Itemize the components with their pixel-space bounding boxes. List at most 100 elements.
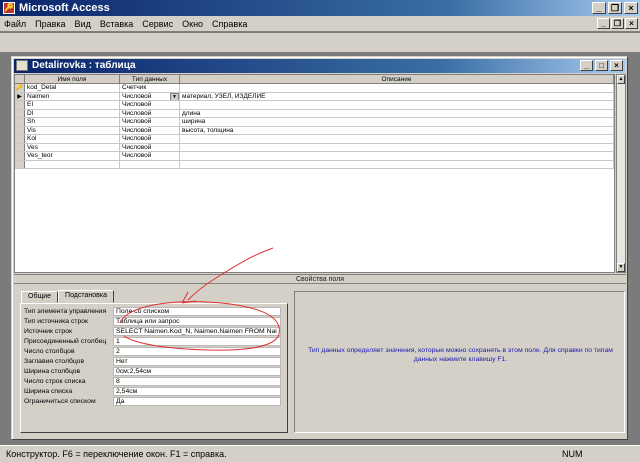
data-type-cell[interactable]: Числовой [120,118,180,126]
property-tabs: Общие Подстановка [21,290,114,303]
description-cell[interactable] [180,84,614,92]
data-type-cell[interactable]: Числовой [120,143,180,151]
table-design-window: Detalirovka : таблица _ □ × Имя поля Тип… [11,56,628,440]
data-type-cell[interactable]: Числовой [120,135,180,143]
field-name-cell[interactable]: Naimen [25,92,120,100]
data-type-cell[interactable]: Числовой [120,101,180,109]
field-name-cell[interactable]: Ves_teor [25,152,120,160]
table-row[interactable]: Dl Числовой длина [15,109,614,118]
menu-tools[interactable]: Сервис [142,19,173,29]
child-maximize-button[interactable]: □ [595,60,608,71]
data-type-cell[interactable]: Числовой [120,126,180,134]
tab-general[interactable]: Общие [21,291,59,303]
close-button[interactable]: × [624,2,638,14]
property-value[interactable]: Да [113,397,281,406]
tab-lookup[interactable]: Подстановка [58,290,114,303]
table-icon[interactable] [16,60,28,71]
table-row[interactable]: Kol Числовой [15,135,614,144]
table-row[interactable]: Vis Числовой высота, толщина [15,126,614,135]
current-row-arrow-icon[interactable]: ▶ [15,92,25,100]
child-close-button[interactable]: × [610,60,623,71]
access-app-icon[interactable]: 🔑 [3,2,15,14]
chevron-down-icon[interactable]: ▼ [170,92,179,100]
property-value[interactable]: 2 [113,347,281,356]
num-lock-indicator: NUM [562,449,583,459]
field-properties-label: Свойства поля [14,274,626,284]
field-name-cell[interactable]: Kol [25,135,120,143]
property-row: Источник строк SELECT Naimen.Kod_N, Naim… [24,327,284,336]
description-cell[interactable]: высота, толщина [180,126,614,134]
table-row[interactable]: Sh Числовой ширина [15,118,614,127]
restore-button[interactable]: ❐ [608,2,622,14]
mdi-minimize-button[interactable]: _ [597,18,610,29]
row-selector[interactable] [15,160,25,168]
property-row: Ширина столбцов 0см;2,54см [24,367,284,376]
description-cell[interactable] [180,152,614,160]
property-value[interactable]: Нет [113,357,281,366]
property-value[interactable]: 0см;2,54см [113,367,281,376]
mdi-restore-button[interactable]: ❐ [611,18,624,29]
help-panel: Тип данных определяет значения, которые … [294,291,625,433]
minimize-button[interactable]: _ [592,2,606,14]
description-cell[interactable]: ширина [180,118,614,126]
field-name-cell[interactable]: Vis [25,126,120,134]
row-selector-header [15,75,25,83]
data-type-cell[interactable] [120,160,180,168]
property-label: Ограничиться списком [24,398,96,405]
window-title: Detalirovka : таблица [32,60,136,71]
empty-row[interactable] [15,160,614,169]
description-cell[interactable] [180,160,614,168]
field-name-cell[interactable]: Ves [25,143,120,151]
menu-file[interactable]: Файл [4,19,26,29]
row-selector[interactable] [15,152,25,160]
menu-help[interactable]: Справка [212,19,247,29]
menu-window[interactable]: Окно [182,19,203,29]
row-selector[interactable] [15,126,25,134]
data-type-cell[interactable]: Числовой [120,109,180,117]
description-cell[interactable] [180,135,614,143]
child-minimize-button[interactable]: _ [580,60,593,71]
row-selector[interactable] [15,135,25,143]
data-type-cell[interactable]: Счетчик [120,84,180,92]
table-row[interactable]: Ves Числовой [15,143,614,152]
data-type-dropdown[interactable]: Числовой ▼ [120,92,180,100]
property-row: Тип источника строк Таблица или запрос [24,317,284,326]
menu-edit[interactable]: Правка [35,19,65,29]
table-row[interactable]: EI Числовой [15,101,614,110]
property-value[interactable]: 8 [113,377,281,386]
property-row: Заглавия столбцов Нет [24,357,284,366]
description-cell[interactable] [180,143,614,151]
primary-key-icon[interactable]: 🔑 [15,84,25,92]
row-selector[interactable] [15,101,25,109]
row-selector[interactable] [15,143,25,151]
status-text: Конструктор. F6 = переключение окон. F1 … [6,449,227,459]
table-row[interactable]: 🔑 kod_Detal Счетчик [15,84,614,93]
grid-scrollbar[interactable]: ▲ ▼ [616,74,626,273]
property-label: Заглавия столбцов [24,358,85,365]
row-selector[interactable] [15,109,25,117]
description-cell[interactable]: длина [180,109,614,117]
menu-view[interactable]: Вид [75,19,91,29]
description-cell[interactable] [180,101,614,109]
property-value[interactable]: 1 [113,337,281,346]
row-selector[interactable] [15,118,25,126]
scroll-up-arrow-icon[interactable]: ▲ [617,75,625,84]
property-value[interactable]: 2,54см [113,387,281,396]
mdi-close-button[interactable]: × [625,18,638,29]
field-name-cell[interactable]: kod_Detal [25,84,120,92]
field-name-cell[interactable]: Sh [25,118,120,126]
property-value[interactable]: SELECT Naimen.Kod_N, Naimen.Naimen FROM … [113,327,281,336]
table-row[interactable]: Ves_teor Числовой [15,152,614,161]
table-row[interactable]: ▶ Naimen Числовой ▼ материал, УЗЕЛ, ИЗДЕЛ… [15,92,614,101]
scroll-down-arrow-icon[interactable]: ▼ [617,263,625,272]
field-name-cell[interactable] [25,160,120,168]
data-type-cell[interactable]: Числовой [120,152,180,160]
property-value[interactable]: Поле со списком [113,307,281,316]
menu-insert[interactable]: Вставка [100,19,133,29]
field-name-cell[interactable]: Dl [25,109,120,117]
description-cell[interactable]: материал, УЗЕЛ, ИЗДЕЛИЕ [180,92,614,100]
field-name-cell[interactable]: EI [25,101,120,109]
property-row: Тип элемента управления Поле со списком [24,307,284,316]
data-type-value: Числовой [122,92,152,100]
property-value[interactable]: Таблица или запрос [113,317,281,326]
